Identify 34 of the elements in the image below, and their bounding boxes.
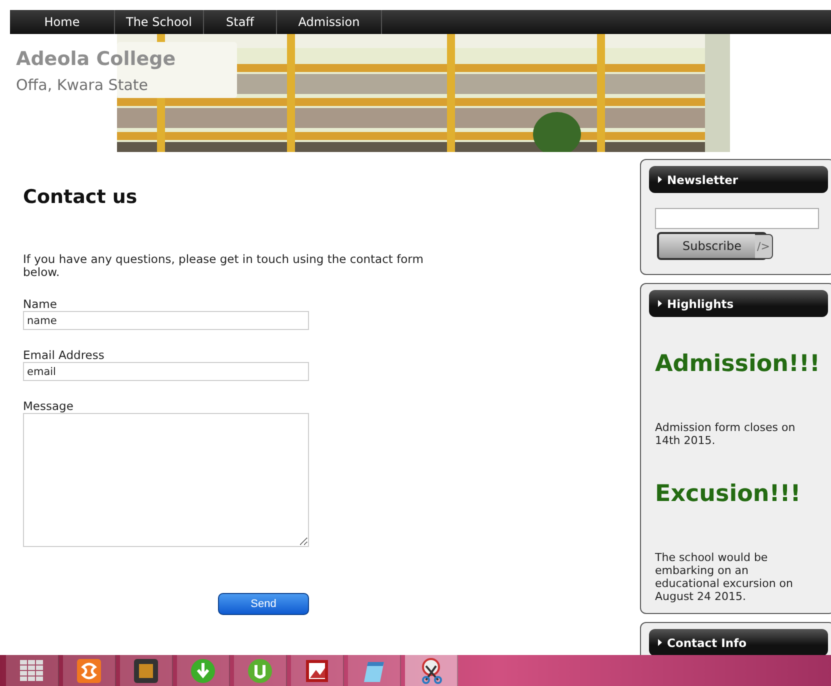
- stray-text: />: [755, 234, 773, 258]
- nav-link[interactable]: Home: [10, 10, 115, 34]
- taskbar-button[interactable]: [63, 655, 116, 686]
- email-field[interactable]: [655, 208, 819, 229]
- panel-title: Newsletter: [667, 172, 738, 186]
- taskbar-button[interactable]: [177, 655, 230, 686]
- panel-title: Contact Info: [667, 636, 746, 650]
- input-field[interactable]: name: [23, 311, 309, 330]
- site-subtitle: Offa, Kwara State: [16, 76, 148, 94]
- highlight-heading: Excusion!!!: [655, 481, 802, 507]
- image-app-icon[interactable]: [306, 660, 328, 682]
- panel-title: Highlights: [667, 296, 734, 310]
- highlight-heading: Admission!!!: [655, 351, 822, 377]
- highlight-text: The school would be embarking on an educational excursion on August 24 2015.: [655, 551, 794, 603]
- message-field[interactable]: [23, 413, 309, 547]
- highlight-text: Admission form closes on 14th 2015.: [655, 421, 796, 447]
- taskbar-button[interactable]: [405, 655, 458, 686]
- editor-app-icon[interactable]: [134, 658, 158, 682]
- field-label: Email Address: [23, 348, 106, 362]
- page-heading: Contact us: [23, 186, 138, 208]
- input-field[interactable]: email: [23, 362, 309, 381]
- intro-text: If you have any questions, please get in touch using the contact form below.: [23, 253, 424, 279]
- triangle-icon: [658, 176, 662, 183]
- tile-grid-icon[interactable]: [20, 660, 44, 682]
- torrent-app-icon[interactable]: [247, 658, 273, 684]
- triangle-icon: [658, 300, 662, 307]
- field-label: Message: [23, 399, 74, 413]
- site-title: Adeola College: [16, 48, 176, 70]
- download-app-icon[interactable]: [190, 658, 216, 684]
- app-icon[interactable]: [77, 658, 101, 682]
- send-button[interactable]: Send: [218, 593, 309, 615]
- field-label: Name: [23, 297, 58, 311]
- triangle-icon: [658, 639, 662, 646]
- taskbar-button[interactable]: [291, 655, 344, 686]
